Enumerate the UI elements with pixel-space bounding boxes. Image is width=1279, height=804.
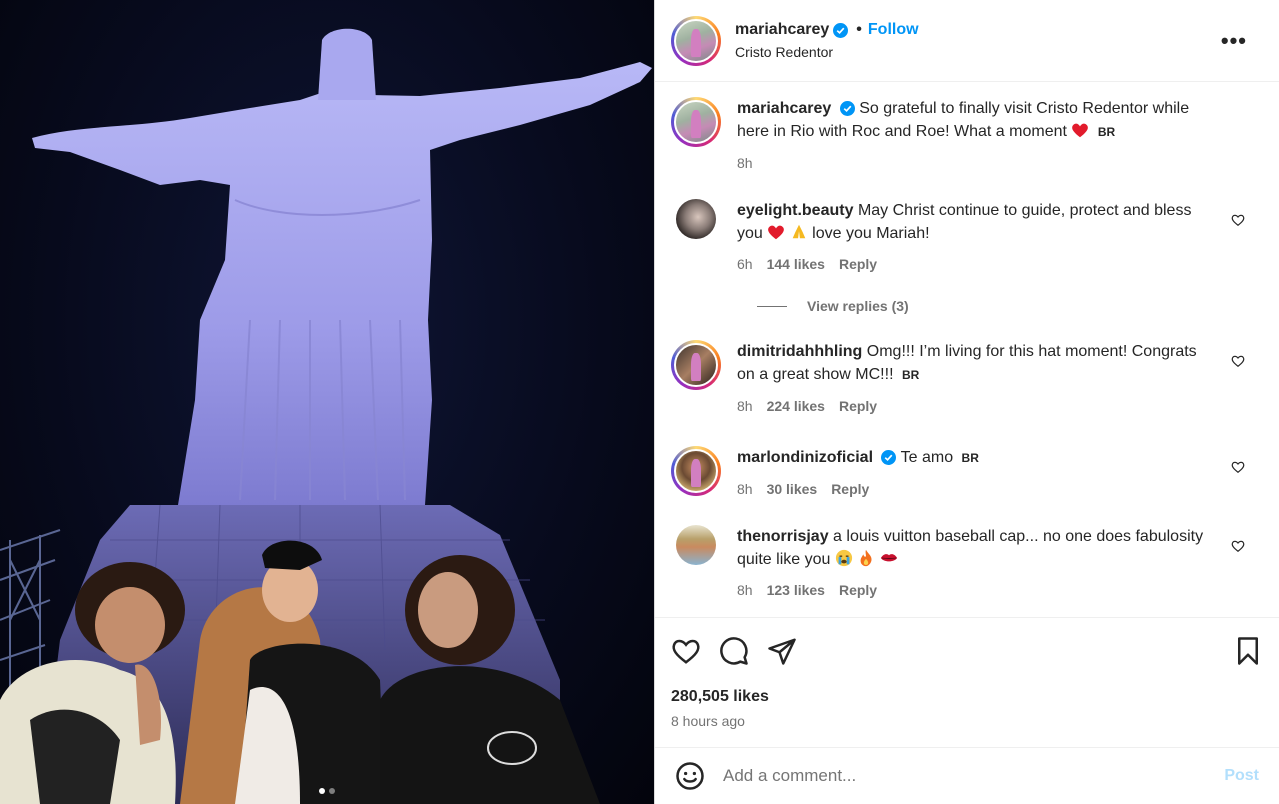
caption-username[interactable]: mariahcarey (737, 100, 831, 117)
comment-item: dimitridahhhling Omg!!! I’m living for t… (671, 340, 1263, 418)
likes-count[interactable]: 280,505 likes (671, 688, 1263, 706)
post-comment-button[interactable]: Post (1224, 767, 1259, 785)
lips-emoji-icon (880, 554, 897, 562)
share-icon[interactable] (767, 636, 797, 666)
comment-username[interactable]: thenorrisjay (737, 528, 829, 545)
verified-badge-icon (833, 22, 849, 38)
author-username[interactable]: mariahcarey (735, 21, 829, 39)
heart-icon[interactable] (1231, 354, 1245, 368)
commenter-avatar[interactable] (671, 446, 721, 496)
view-replies-button[interactable]: View replies (3) (757, 298, 1263, 314)
follow-button[interactable]: Follow (868, 21, 919, 39)
comment-text: Te amo (900, 449, 954, 466)
instagram-post-modal: mariahcarey • Follow Cristo Redentor ••• (0, 0, 1279, 804)
comment-item: thenorrisjay a louis vuitton baseball ca… (671, 525, 1263, 602)
red-heart-emoji-icon (768, 225, 785, 240)
red-heart-emoji-icon (1072, 123, 1089, 138)
comment-time: 8h (737, 398, 753, 414)
caption-avatar[interactable] (671, 97, 721, 147)
view-replies-label: View replies (3) (807, 298, 909, 314)
caption-tag: BR (1097, 125, 1116, 139)
comment-time: 8h (737, 481, 753, 497)
reply-button[interactable]: Reply (831, 478, 869, 501)
comment-tag: BR (901, 368, 920, 382)
comment-tag: BR (961, 451, 979, 465)
heart-icon[interactable] (1231, 539, 1245, 553)
comment-time: 8h (737, 582, 753, 598)
crying-face-emoji-icon (835, 549, 852, 567)
comment-likes[interactable]: 30 likes (767, 478, 818, 501)
reply-button[interactable]: Reply (839, 579, 877, 602)
add-comment-bar: Post (655, 747, 1279, 804)
christ-the-redeemer-photo (0, 28, 652, 804)
heart-icon[interactable] (1231, 213, 1245, 227)
more-options-icon[interactable]: ••• (1221, 28, 1247, 54)
comment-text-end: love you Mariah! (812, 225, 930, 242)
separator-dot: • (856, 21, 862, 38)
comments-list: mariahcarey So grateful to finally visit… (655, 83, 1279, 616)
comment-time: 6h (737, 256, 753, 272)
post-header: mariahcarey • Follow Cristo Redentor ••• (655, 0, 1279, 82)
comment-likes[interactable]: 144 likes (767, 253, 825, 276)
reply-button[interactable]: Reply (839, 395, 877, 418)
like-heart-icon[interactable] (671, 636, 701, 666)
post-location[interactable]: Cristo Redentor (735, 44, 919, 60)
post-photo[interactable] (0, 0, 654, 804)
emoji-icon[interactable] (675, 761, 705, 791)
fire-emoji-icon (860, 549, 872, 567)
comment-username[interactable]: marlondinizoficial (737, 449, 873, 466)
post-side-panel: mariahcarey • Follow Cristo Redentor ••• (654, 0, 1279, 804)
view-replies-line (757, 305, 787, 307)
comment-username[interactable]: dimitridahhhling (737, 343, 862, 360)
bookmark-icon[interactable] (1233, 636, 1263, 666)
verified-badge-icon (839, 101, 855, 117)
post-time: 8 hours ago (671, 713, 745, 729)
heart-icon[interactable] (1231, 460, 1245, 474)
caption-time: 8h (737, 155, 753, 171)
comment-icon[interactable] (719, 636, 749, 666)
comment-item: eyelight.beauty May Christ continue to g… (671, 199, 1263, 276)
post-actions: 280,505 likes 8 hours ago (655, 617, 1279, 747)
comment-username[interactable]: eyelight.beauty (737, 202, 853, 219)
comment-likes[interactable]: 123 likes (767, 579, 825, 602)
praying-hands-emoji-icon (792, 224, 806, 239)
post-caption: mariahcarey So grateful to finally visit… (671, 97, 1263, 175)
comment-item: marlondinizoficial Te amo BR 8h 30 likes… (671, 446, 1263, 501)
carousel-indicator (319, 788, 335, 794)
commenter-avatar[interactable] (676, 199, 716, 239)
comment-likes[interactable]: 224 likes (767, 395, 825, 418)
add-comment-input[interactable] (723, 766, 1225, 786)
commenter-avatar[interactable] (676, 525, 716, 565)
verified-badge-icon (881, 450, 897, 466)
carousel-dot (329, 788, 335, 794)
carousel-dot-active (319, 788, 325, 794)
author-avatar[interactable] (671, 15, 721, 66)
reply-button[interactable]: Reply (839, 253, 877, 276)
commenter-avatar[interactable] (671, 340, 721, 390)
